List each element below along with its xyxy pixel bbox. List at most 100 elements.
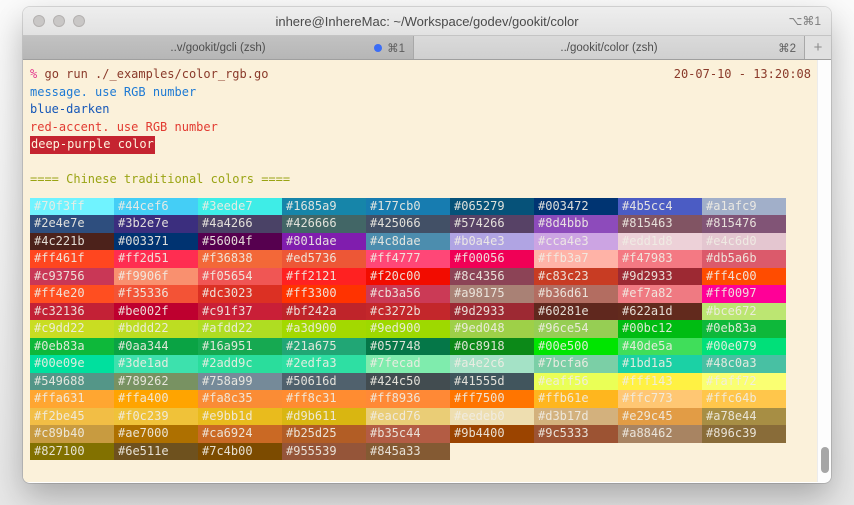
- palette-cell: #0aa344: [114, 337, 198, 355]
- palette-cell: #8c4356: [450, 267, 534, 285]
- palette-cell: #3eede7: [198, 197, 282, 215]
- palette-cell: #815476: [702, 215, 786, 233]
- palette-cell: #c83c23: [534, 267, 618, 285]
- palette-cell: #f20c00: [366, 267, 450, 285]
- palette-cell: #56004f: [198, 232, 282, 250]
- prompt-symbol: %: [30, 67, 38, 81]
- palette-cell: #e4c6d0: [702, 232, 786, 250]
- palette-cell: #426666: [282, 215, 366, 233]
- window-titlebar[interactable]: inhere@InhereMac: ~/Workspace/godev/gook…: [23, 7, 831, 36]
- palette-cell: #7fecad: [366, 355, 450, 373]
- close-button[interactable]: [33, 15, 45, 27]
- palette-cell: #dc3023: [198, 285, 282, 303]
- palette-cell: #fff143: [618, 372, 702, 390]
- palette-cell: #ff8936: [366, 390, 450, 408]
- palette-cell: #eacd76: [366, 407, 450, 425]
- palette-cell: #ff4c00: [702, 267, 786, 285]
- palette-cell: #c9dd22: [30, 320, 114, 338]
- palette-cell: #eaff56: [534, 372, 618, 390]
- palette-cell: #00e079: [702, 337, 786, 355]
- tab-gcli[interactable]: ..v/gookit/gcli (zsh) ⌘1: [23, 36, 414, 59]
- palette-cell: #ffb3a7: [534, 250, 618, 268]
- palette-cell: #815463: [618, 215, 702, 233]
- palette-cell: #c89b40: [30, 425, 114, 443]
- palette-cell: #faff72: [702, 372, 786, 390]
- palette-cell: #896c39: [702, 425, 786, 443]
- palette-cell: #afdd22: [198, 320, 282, 338]
- output-line: red-accent. use RGB number: [30, 119, 218, 134]
- palette-cell: #827100: [30, 442, 114, 460]
- palette-cell: #ff461f: [30, 250, 114, 268]
- palette-cell: #425066: [366, 215, 450, 233]
- palette-cell: #bddd22: [114, 320, 198, 338]
- palette-cell: #845a33: [366, 442, 450, 460]
- palette-cell: #c3272b: [366, 302, 450, 320]
- palette-cell: #3de1ad: [114, 355, 198, 373]
- palette-cell: #bce672: [702, 302, 786, 320]
- palette-cell: #f35336: [114, 285, 198, 303]
- minimize-button[interactable]: [53, 15, 65, 27]
- palette-cell: #48c0a3: [702, 355, 786, 373]
- palette-cell: #b0a4e3: [450, 232, 534, 250]
- palette-cell: #96ce54: [534, 320, 618, 338]
- palette-cell: #1685a9: [282, 197, 366, 215]
- palette-cell: #f36838: [198, 250, 282, 268]
- palette-cell: #9c5333: [534, 425, 618, 443]
- palette-cell: #ef7a82: [618, 285, 702, 303]
- palette-cell: #1bd1a5: [618, 355, 702, 373]
- palette-cell: #60281e: [534, 302, 618, 320]
- palette-cell: #d3b17d: [534, 407, 618, 425]
- timestamp: 20-07-10 - 13:20:08: [673, 67, 811, 81]
- palette-cell: #003371: [114, 232, 198, 250]
- palette-cell: #ca6924: [198, 425, 282, 443]
- palette-cell: #2add9c: [198, 355, 282, 373]
- palette-cell: #065279: [450, 197, 534, 215]
- palette-cell: #c91f37: [198, 302, 282, 320]
- palette-cell: #70f3ff: [30, 197, 114, 215]
- terminal-content[interactable]: % go run ./_examples/color_rgb.go 20-07-…: [23, 60, 817, 482]
- palette-cell: #7c4b00: [198, 442, 282, 460]
- palette-cell: #a98175: [450, 285, 534, 303]
- palette-cell: #f0c239: [114, 407, 198, 425]
- zoom-button[interactable]: [73, 15, 85, 27]
- palette-cell: #6e511e: [114, 442, 198, 460]
- palette-cell: #2e4e7e: [30, 215, 114, 233]
- command-text: go run ./_examples/color_rgb.go: [44, 67, 269, 81]
- tab-bar: ..v/gookit/gcli (zsh) ⌘1 ../gookit/color…: [23, 36, 831, 60]
- palette-cell: #b35c44: [366, 425, 450, 443]
- palette-cell: #4b5cc4: [618, 197, 702, 215]
- window-shortcut-badge: ⌥⌘1: [788, 14, 821, 28]
- palette-cell: #9d2933: [618, 267, 702, 285]
- palette-cell: #21a675: [282, 337, 366, 355]
- tab-gcli-shortcut: ⌘1: [387, 42, 405, 55]
- palette-cell: #e29c45: [618, 407, 702, 425]
- palette-cell: #00e09e: [30, 355, 114, 373]
- scrollbar-track[interactable]: [817, 60, 831, 482]
- terminal-window: inhere@InhereMac: ~/Workspace/godev/gook…: [23, 7, 831, 483]
- tab-color-shortcut: ⌘2: [778, 42, 796, 55]
- palette-cell: #3b2e7e: [114, 215, 198, 233]
- palette-cell: #a4e2c6: [450, 355, 534, 373]
- traffic-lights: [33, 15, 85, 27]
- palette-cell: #ff2d51: [114, 250, 198, 268]
- tab-color[interactable]: ../gookit/color (zsh) ⌘2: [414, 36, 805, 59]
- palette-cell: #ffa631: [30, 390, 114, 408]
- palette-cell: #c32136: [30, 302, 114, 320]
- scrollbar-thumb[interactable]: [820, 447, 829, 473]
- palette-cell: #a88462: [618, 425, 702, 443]
- palette-cell: #003472: [534, 197, 618, 215]
- palette-cell: #41555d: [450, 372, 534, 390]
- palette-cell: #d9b611: [282, 407, 366, 425]
- palette-cell: #b25d25: [282, 425, 366, 443]
- palette-cell: #2edfa3: [282, 355, 366, 373]
- new-tab-button[interactable]: +: [805, 36, 831, 59]
- palette-cell: #f2be45: [30, 407, 114, 425]
- palette-cell: #801dae: [282, 232, 366, 250]
- palette-heading: ==== Chinese traditional colors ====: [30, 172, 291, 186]
- palette-cell: #f47983: [618, 250, 702, 268]
- palette-cell: #549688: [30, 372, 114, 390]
- palette-cell: #758a99: [198, 372, 282, 390]
- palette-cell: #177cb0: [366, 197, 450, 215]
- palette-cell: #4c221b: [30, 232, 114, 250]
- palette-cell: #f9906f: [114, 267, 198, 285]
